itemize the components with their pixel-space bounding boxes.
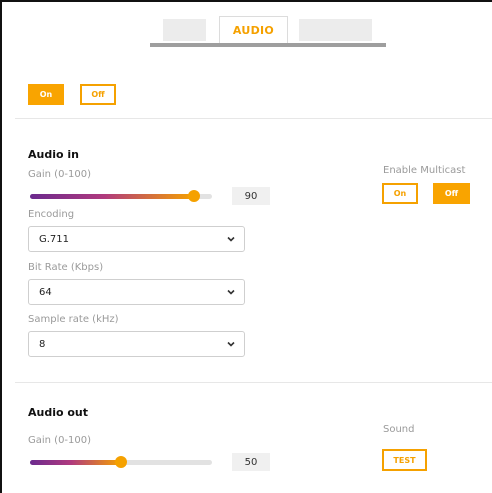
chevron-down-icon — [227, 289, 235, 295]
audio-out-gain-fill — [30, 460, 121, 465]
audio-in-gain-value[interactable]: 90 — [232, 187, 270, 205]
chevron-down-icon — [227, 236, 235, 242]
chevron-down-icon — [227, 341, 235, 347]
samplerate-value: 8 — [39, 338, 46, 350]
audio-off-button[interactable]: Off — [80, 84, 116, 105]
divider — [15, 118, 492, 119]
audio-in-gain-slider[interactable] — [30, 190, 212, 202]
sound-label: Sound — [383, 424, 415, 435]
divider — [15, 382, 492, 383]
samplerate-select[interactable]: 8 — [28, 331, 245, 357]
samplerate-label: Sample rate (kHz) — [28, 314, 119, 325]
audio-out-gain-label: Gain (0-100) — [28, 435, 92, 446]
tab-placeholder-left[interactable] — [163, 19, 206, 41]
multicast-off-button[interactable]: Off — [433, 183, 470, 204]
audio-in-title: Audio in — [28, 148, 79, 161]
bitrate-value: 64 — [39, 286, 52, 298]
tab-underline — [150, 43, 386, 47]
multicast-on-button[interactable]: On — [382, 183, 418, 204]
encoding-select[interactable]: G.711 — [28, 226, 245, 252]
audio-on-button[interactable]: On — [28, 84, 64, 105]
audio-out-gain-value[interactable]: 50 — [232, 453, 270, 471]
audio-in-gain-thumb[interactable] — [187, 190, 200, 202]
tab-placeholder-right[interactable] — [299, 19, 372, 41]
audio-in-gain-fill — [30, 194, 194, 199]
bitrate-select[interactable]: 64 — [28, 279, 245, 305]
audio-out-gain-slider[interactable] — [30, 456, 212, 468]
bitrate-label: Bit Rate (Kbps) — [28, 262, 104, 273]
audio-in-gain-label: Gain (0-100) — [28, 169, 92, 180]
tab-audio[interactable]: AUDIO — [219, 16, 288, 43]
audio-out-title: Audio out — [28, 406, 89, 419]
encoding-label: Encoding — [28, 209, 75, 220]
encoding-value: G.711 — [39, 233, 70, 245]
multicast-label: Enable Multicast — [383, 165, 466, 176]
audio-out-gain-thumb[interactable] — [115, 456, 127, 468]
sound-test-button[interactable]: TEST — [382, 449, 427, 471]
